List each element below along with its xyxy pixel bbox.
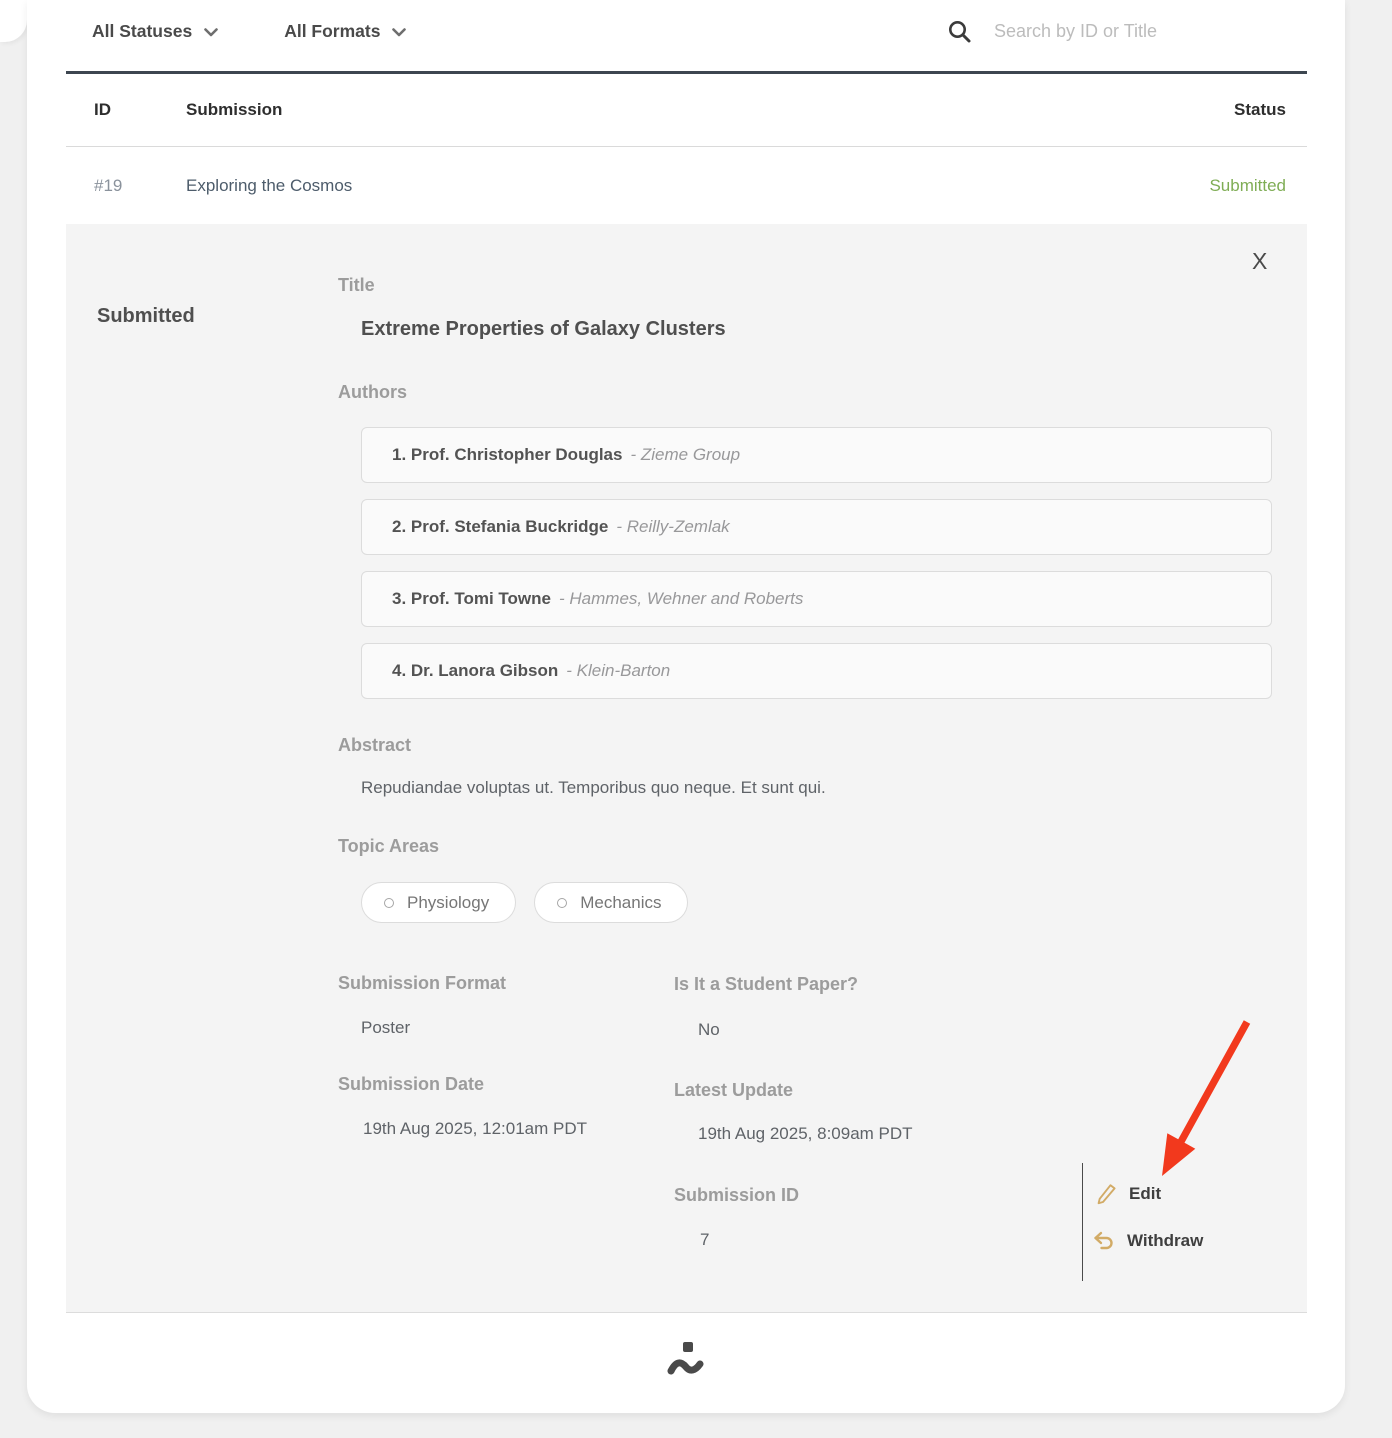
status-filter-label: All Statuses xyxy=(92,21,192,42)
row-status-badge: Submitted xyxy=(1209,176,1307,196)
chevron-down-icon xyxy=(204,28,218,37)
author-item: 1. Prof. Christopher Douglas - Zieme Gro… xyxy=(361,427,1272,483)
submissions-card: All Statuses All Formats ID Submission S… xyxy=(27,0,1345,1413)
ring-icon xyxy=(557,898,567,908)
table-header: ID Submission Status xyxy=(66,74,1307,147)
submission-id-value: 7 xyxy=(700,1230,709,1250)
search-box[interactable] xyxy=(947,19,1307,44)
authors-label: Authors xyxy=(338,382,407,403)
submission-detail-panel: X Submitted Title Extreme Properties of … xyxy=(66,224,1307,1313)
author-name: 4. Dr. Lanora Gibson xyxy=(392,661,558,681)
actions-divider xyxy=(1082,1163,1083,1281)
author-item: 2. Prof. Stefania Buckridge - Reilly-Zem… xyxy=(361,499,1272,555)
topic-chip-list: Physiology Mechanics xyxy=(361,882,688,923)
topic-chip: Mechanics xyxy=(534,882,688,923)
abstract-text: Repudiandae voluptas ut. Temporibus quo … xyxy=(361,778,826,798)
search-icon xyxy=(947,19,972,44)
author-name: 3. Prof. Tomi Towne xyxy=(392,589,551,609)
submission-id-label: Submission ID xyxy=(674,1185,799,1206)
wave-logo-icon xyxy=(667,1339,707,1381)
ring-icon xyxy=(384,898,394,908)
footer xyxy=(66,1313,1307,1413)
author-name: 2. Prof. Stefania Buckridge xyxy=(392,517,608,537)
submission-format-value: Poster xyxy=(361,1018,410,1038)
latest-update-label: Latest Update xyxy=(674,1080,793,1101)
author-affiliation: - Klein-Barton xyxy=(566,661,670,681)
submission-date-value: 19th Aug 2025, 12:01am PDT xyxy=(363,1119,587,1139)
author-affiliation: - Reilly-Zemlak xyxy=(616,517,729,537)
abstract-label: Abstract xyxy=(338,735,411,756)
title-label: Title xyxy=(338,275,375,296)
latest-update-value: 19th Aug 2025, 8:09am PDT xyxy=(698,1124,913,1144)
author-affiliation: - Zieme Group xyxy=(630,445,740,465)
submission-date-label: Submission Date xyxy=(338,1074,484,1095)
author-affiliation: - Hammes, Wehner and Roberts xyxy=(559,589,803,609)
format-filter-dropdown[interactable]: All Formats xyxy=(284,21,406,42)
chevron-down-icon xyxy=(392,28,406,37)
author-name: 1. Prof. Christopher Douglas xyxy=(392,445,622,465)
topic-chip: Physiology xyxy=(361,882,516,923)
close-icon[interactable]: X xyxy=(1252,248,1267,275)
detail-title: Extreme Properties of Galaxy Clusters xyxy=(361,318,726,341)
withdraw-label: Withdraw xyxy=(1127,1231,1203,1251)
column-id: ID xyxy=(94,100,186,120)
annotation-arrow xyxy=(1144,1012,1274,1192)
row-id: #19 xyxy=(94,176,186,196)
decorative-corner xyxy=(0,0,27,42)
search-input[interactable] xyxy=(994,21,1284,42)
topic-areas-label: Topic Areas xyxy=(338,836,439,857)
column-submission: Submission xyxy=(186,100,1234,120)
author-item: 4. Dr. Lanora Gibson - Klein-Barton xyxy=(361,643,1272,699)
topic-chip-label: Mechanics xyxy=(580,893,661,913)
status-filter-dropdown[interactable]: All Statuses xyxy=(92,21,218,42)
withdraw-button[interactable]: Withdraw xyxy=(1092,1230,1203,1252)
undo-icon xyxy=(1092,1230,1116,1252)
submission-format-label: Submission Format xyxy=(338,973,506,994)
filter-bar: All Statuses All Formats xyxy=(66,0,1307,74)
author-item: 3. Prof. Tomi Towne - Hammes, Wehner and… xyxy=(361,571,1272,627)
student-paper-label: Is It a Student Paper? xyxy=(674,974,858,995)
column-status: Status xyxy=(1234,100,1307,120)
submission-row[interactable]: #19 Exploring the Cosmos Submitted xyxy=(66,147,1307,224)
topic-chip-label: Physiology xyxy=(407,893,489,913)
detail-status-badge: Submitted xyxy=(97,305,195,328)
pencil-icon xyxy=(1095,1182,1118,1205)
row-title[interactable]: Exploring the Cosmos xyxy=(186,176,1209,196)
student-paper-value: No xyxy=(698,1020,720,1040)
format-filter-label: All Formats xyxy=(284,21,380,42)
